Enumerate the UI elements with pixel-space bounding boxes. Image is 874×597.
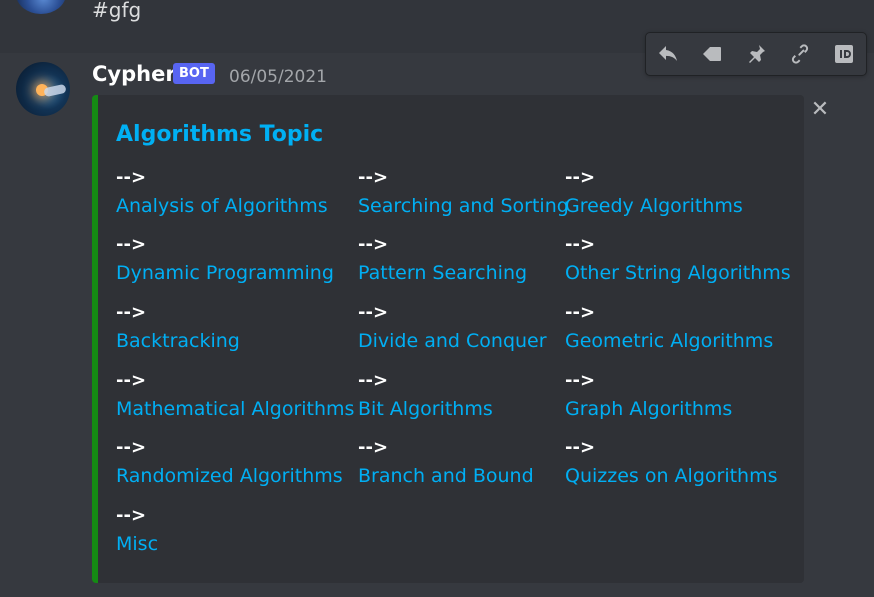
id-icon bbox=[835, 45, 853, 63]
field-name: --> bbox=[565, 437, 596, 458]
topic-link[interactable]: Dynamic Programming bbox=[116, 262, 334, 284]
field-name: --> bbox=[116, 370, 147, 391]
field-name: --> bbox=[116, 234, 147, 255]
copy-link-button[interactable] bbox=[778, 33, 822, 75]
embed-title[interactable]: Algorithms Topic bbox=[116, 122, 323, 147]
topic-link[interactable]: Pattern Searching bbox=[358, 262, 527, 284]
pin-icon bbox=[749, 45, 765, 63]
topic-link[interactable]: Analysis of Algorithms bbox=[116, 195, 328, 217]
link-icon bbox=[791, 44, 809, 64]
topic-link[interactable]: Branch and Bound bbox=[358, 465, 534, 487]
topic-link[interactable]: Divide and Conquer bbox=[358, 330, 547, 352]
pin-button[interactable] bbox=[734, 33, 778, 75]
topic-link[interactable]: Misc bbox=[116, 533, 158, 555]
tag-button[interactable] bbox=[690, 33, 734, 75]
topic-link[interactable]: Greedy Algorithms bbox=[565, 195, 743, 217]
topic-link[interactable]: Mathematical Algorithms bbox=[116, 398, 354, 420]
field-name: --> bbox=[565, 302, 596, 323]
field-name: --> bbox=[116, 167, 147, 188]
field-name: --> bbox=[116, 302, 147, 323]
reply-icon bbox=[659, 46, 677, 61]
topic-link[interactable]: Graph Algorithms bbox=[565, 398, 732, 420]
avatar[interactable] bbox=[16, 62, 70, 116]
field-name: --> bbox=[565, 167, 596, 188]
field-name: --> bbox=[565, 234, 596, 255]
field-name: --> bbox=[358, 370, 389, 391]
bot-badge: BOT bbox=[173, 63, 215, 84]
topic-link[interactable]: Searching and Sorting bbox=[358, 195, 569, 217]
copy-id-button[interactable] bbox=[822, 33, 866, 75]
topic-link[interactable]: Randomized Algorithms bbox=[116, 465, 343, 487]
reply-button[interactable] bbox=[646, 33, 690, 75]
topic-link[interactable]: Quizzes on Algorithms bbox=[565, 465, 778, 487]
topic-link[interactable]: Geometric Algorithms bbox=[565, 330, 773, 352]
field-name: --> bbox=[358, 437, 389, 458]
timestamp: 06/05/2021 bbox=[229, 67, 327, 87]
field-name: --> bbox=[358, 234, 389, 255]
close-icon[interactable]: ✕ bbox=[810, 98, 830, 122]
field-name: --> bbox=[358, 167, 389, 188]
previous-avatar[interactable] bbox=[16, 0, 66, 14]
field-name: --> bbox=[565, 370, 596, 391]
topic-link[interactable]: Backtracking bbox=[116, 330, 240, 352]
field-name: --> bbox=[116, 505, 147, 526]
previous-message-text: #gfg bbox=[92, 0, 142, 22]
topic-link[interactable]: Bit Algorithms bbox=[358, 398, 493, 420]
field-name: --> bbox=[358, 302, 389, 323]
topic-link[interactable]: Other String Algorithms bbox=[565, 262, 791, 284]
username[interactable]: Cypher bbox=[92, 62, 176, 86]
tag-icon bbox=[703, 47, 721, 61]
message-toolbar bbox=[645, 32, 867, 76]
field-name: --> bbox=[116, 437, 147, 458]
